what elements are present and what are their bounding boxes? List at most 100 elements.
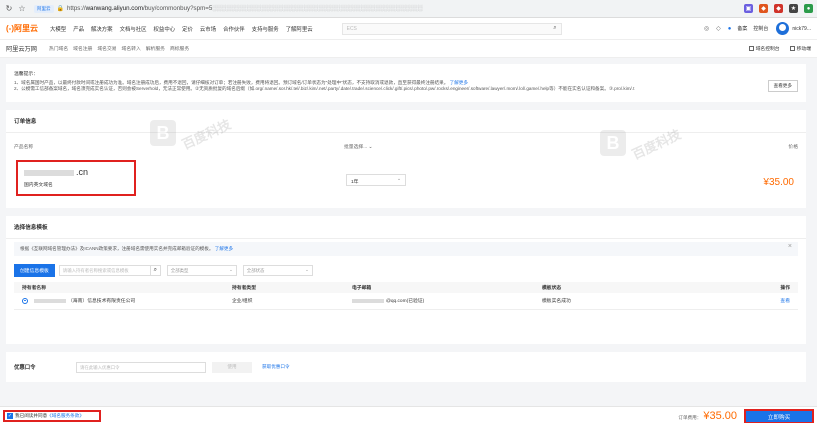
col-product-name: 产品名称 — [14, 144, 34, 150]
nav-item-docs[interactable]: 文档与社区 — [120, 25, 147, 33]
url-text: https://wanwang.aliyun.com/buy/commonbuy… — [66, 5, 423, 12]
table-row[interactable]: （海南）信息技术有限责任公司 企业/组织 @qq.com(已验证) 模板实名成功… — [14, 293, 798, 310]
holder-search-input[interactable]: 请输入持有者名称搜索或信息模板 — [58, 265, 151, 276]
aliyun-logo[interactable]: (-)阿里云 — [6, 23, 38, 34]
nav-item-models[interactable]: 大模型 — [50, 25, 66, 33]
col-holder-name: 持有者名称 — [14, 282, 224, 293]
buy-now-button[interactable]: 立即购买 — [744, 409, 814, 423]
get-coupon-link[interactable]: 获取优惠口令 — [262, 364, 290, 370]
nav-item-support[interactable]: 支持与服务 — [252, 25, 279, 33]
domain-name: .cn — [24, 167, 128, 177]
console-icon — [748, 46, 754, 51]
bookmark-icon[interactable]: ★ — [789, 4, 798, 13]
reload-icon[interactable]: ↻ — [4, 4, 14, 14]
domain-type: 国内英文域名 — [24, 183, 53, 188]
order-table-header: 产品名称 批量选择... ⌄ 价格 — [14, 140, 798, 152]
holder-name-cell: （海南）信息技术有限责任公司 — [14, 293, 224, 310]
holder-status-filter[interactable]: 全部状态 ⌄ — [242, 265, 313, 276]
holder-tip: 根据《互联网域名管理办法》及ICANN政策要求，注册域名需使用实名并完成邮箱验证… — [14, 242, 798, 256]
notice-learn-more-link[interactable]: 了解更多 — [450, 80, 468, 85]
extension-icon[interactable]: ◆ — [759, 4, 768, 13]
mobile-icon — [789, 46, 795, 51]
col-holder-type: 持有者类型 — [224, 282, 344, 293]
notice-line-2: 2、公模需工信部备案域名，域名须完成实名认证，否则会被Serverhold，无法… — [14, 86, 635, 91]
agree-terms-highlight[interactable]: ✓ 我已阅读并同意《域名服务条款》 — [3, 410, 101, 422]
subnav-domain-transfer[interactable]: 域名转入 — [122, 45, 141, 52]
redacted-email — [352, 298, 384, 303]
redacted-domain — [24, 169, 74, 176]
bookmark-star-icon[interactable]: ☆ — [17, 4, 27, 14]
subnav-trademark[interactable]: 商标服务 — [170, 45, 189, 52]
extension-icon[interactable]: ◆ — [774, 4, 783, 13]
terms-link[interactable]: 《域名服务条款》 — [47, 413, 84, 418]
order-section-title: 订单信息 — [6, 110, 806, 133]
coupon-input[interactable]: 请在此输入优惠口令 — [76, 361, 206, 373]
chevron-down-icon: ⌄ — [229, 267, 233, 272]
search-icon[interactable]: ⌕ — [149, 265, 161, 276]
holder-section-title: 选择信息模板 — [6, 216, 806, 239]
nav-item-solutions[interactable]: 解决方案 — [91, 25, 113, 33]
wanwang-brand[interactable]: 阿里云万网 — [6, 44, 37, 53]
redacted-holder — [34, 298, 66, 303]
nav-item-about[interactable]: 了解阿里云 — [286, 25, 313, 33]
nav-item-pricing[interactable]: 定价 — [182, 25, 193, 33]
holder-type-filter[interactable]: 全部类型 ⌄ — [166, 265, 237, 276]
notice-title: 温馨提示： — [14, 72, 38, 77]
coupon-label: 优惠口令 — [14, 365, 36, 371]
browser-toolbar: ↻ ☆ 阿里云 🔒 https://wanwang.aliyun.com/buy… — [0, 0, 817, 18]
view-template-link[interactable]: 查看 — [780, 299, 790, 304]
global-search-input[interactable]: ECS ⌕ — [341, 22, 562, 35]
order-total: 订单费用： ¥35.00 — [678, 410, 737, 422]
username[interactable]: nick79... — [792, 26, 811, 32]
message-icon[interactable]: ◇ — [716, 25, 721, 32]
filing-link[interactable]: 备案 — [737, 25, 747, 32]
nav-item-products[interactable]: 产品 — [73, 25, 84, 33]
subnav-domain-trade[interactable]: 域名交易 — [97, 45, 116, 52]
agree-checkbox[interactable]: ✓ — [7, 413, 13, 419]
console-link[interactable]: 控制台 — [753, 25, 768, 32]
order-info-panel: 订单信息 产品名称 批量选择... ⌄ 价格 .cn 国内英文域名 1年 ⌄ ¥… — [6, 110, 806, 208]
address-bar[interactable]: 阿里云 🔒 https://wanwang.aliyun.com/buy/com… — [34, 3, 674, 15]
col-email: 电子邮箱 — [344, 282, 534, 293]
holder-radio[interactable] — [22, 297, 28, 304]
chevron-down-icon: ⌄ — [305, 267, 309, 272]
nav-item-market[interactable]: 云市场 — [200, 25, 216, 33]
domain-console-link[interactable]: 域名控制台 — [748, 45, 780, 52]
site-tag: 阿里云 — [34, 4, 54, 13]
create-template-button[interactable]: 创建信息模板 — [14, 264, 55, 277]
order-total-amount: ¥35.00 — [703, 410, 737, 422]
holder-learn-more-link[interactable]: 了解更多 — [215, 246, 233, 251]
chevron-down-icon: ⌄ — [396, 177, 401, 182]
lock-icon: 🔒 — [56, 6, 64, 12]
col-price: 价格 — [788, 144, 798, 150]
subnav-dns[interactable]: 解析服务 — [146, 45, 165, 52]
action-cell: 查看 — [724, 293, 798, 310]
holder-type-cell: 企业/组织 — [224, 293, 344, 310]
subnav-domain-register[interactable]: 域名注册 — [73, 45, 92, 52]
batch-select-dropdown[interactable]: 批量选择... ⌄ — [344, 143, 373, 150]
period-select[interactable]: 1年 ⌄ — [346, 174, 406, 186]
avatar[interactable] — [776, 22, 790, 35]
use-coupon-button[interactable]: 使用 — [212, 361, 252, 373]
nav-item-benefits[interactable]: 权益中心 — [154, 25, 176, 33]
template-status-cell: 模板实名成功 — [534, 293, 724, 310]
order-total-label: 订单费用： — [678, 415, 702, 420]
profile-icon[interactable]: ● — [804, 4, 813, 13]
product-price: ¥35.00 — [763, 177, 794, 188]
col-template-status: 模板状态 — [534, 282, 724, 293]
help-icon[interactable]: ◎ — [704, 25, 709, 32]
notification-icon[interactable]: ● — [728, 26, 732, 32]
nav-item-partners[interactable]: 合作伙伴 — [223, 25, 245, 33]
holder-table: 持有者名称 持有者类型 电子邮箱 模板状态 操作 （海南）信息技术有限责任公司 … — [14, 282, 798, 310]
coupon-panel: 优惠口令 请在此输入优惠口令 使用 获取优惠口令 — [6, 352, 806, 382]
view-more-button[interactable]: 查看更多 — [767, 80, 798, 92]
col-action: 操作 — [724, 282, 798, 293]
mobile-link[interactable]: 移动端 — [789, 45, 811, 52]
holder-table-header: 持有者名称 持有者类型 电子邮箱 模板状态 操作 — [14, 282, 798, 293]
holder-template-panel: 选择信息模板 根据《互联网域名管理办法》及ICANN政策要求，注册域名需使用实名… — [6, 216, 806, 344]
close-icon[interactable]: × — [788, 243, 792, 250]
extension-icon[interactable]: ▣ — [744, 4, 753, 13]
product-domain-highlight: .cn 国内英文域名 — [16, 160, 136, 196]
subnav-hot-domains[interactable]: 热门域名 — [49, 45, 68, 52]
search-icon[interactable]: ⌕ — [553, 25, 556, 32]
